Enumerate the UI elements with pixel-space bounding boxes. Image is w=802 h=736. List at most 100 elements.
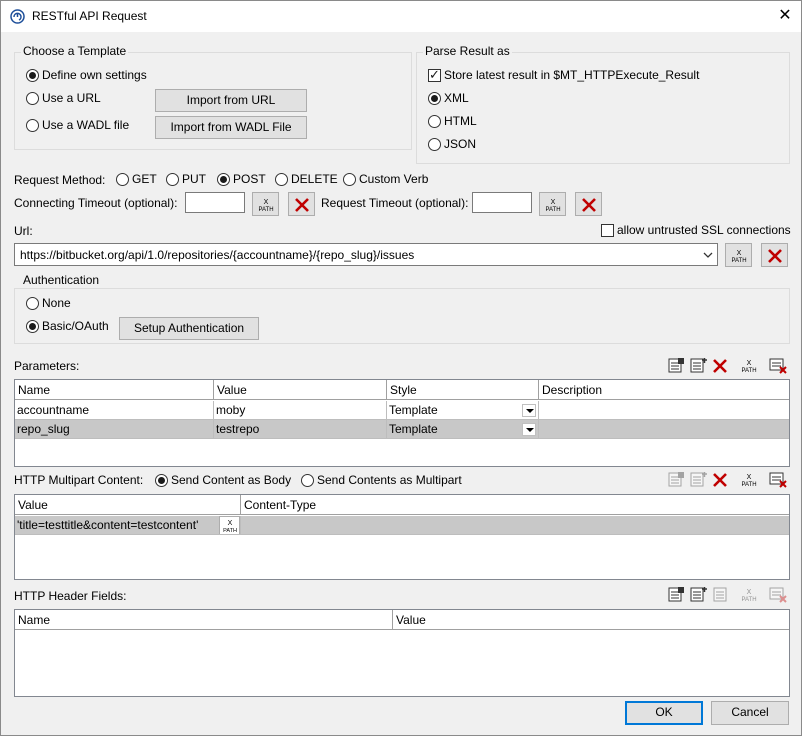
svg-text:X: X xyxy=(747,589,752,596)
headers-table[interactable]: Name Value xyxy=(14,609,790,697)
window-title: RESTful API Request xyxy=(32,9,147,23)
param-style-cell[interactable]: Template xyxy=(387,420,539,439)
template-radio-wadl[interactable] xyxy=(26,119,39,132)
delete-icon xyxy=(768,249,782,263)
param-name-cell[interactable]: accountname xyxy=(15,401,214,420)
url-xpath-button[interactable]: X PATH xyxy=(725,243,752,267)
param-description-cell[interactable] xyxy=(539,401,789,420)
svg-text:X: X xyxy=(747,360,752,367)
param-description-cell[interactable] xyxy=(539,420,789,439)
template-radio-own[interactable] xyxy=(26,69,39,82)
svg-text:PATH: PATH xyxy=(741,368,756,374)
param-style-cell[interactable]: Template xyxy=(387,401,539,420)
template-radio-url[interactable] xyxy=(26,92,39,105)
svg-text:X: X xyxy=(737,250,742,257)
parameters-table[interactable]: Name Value Style Description accountname… xyxy=(14,379,790,467)
column-header-description[interactable]: Description xyxy=(539,380,789,400)
close-button[interactable]: ✕ xyxy=(773,5,797,27)
svg-text:X: X xyxy=(228,520,233,527)
cancel-button[interactable]: Cancel xyxy=(711,701,789,725)
import-wadl-button[interactable]: Import from WADL File xyxy=(155,116,307,139)
method-radio-get[interactable] xyxy=(116,173,129,186)
url-value: https://bitbucket.org/api/1.0/repositori… xyxy=(20,248,415,262)
connecting-timeout-clear-button[interactable] xyxy=(288,192,315,216)
xpath-icon: XPATH xyxy=(223,520,237,534)
multipart-radio-multipart[interactable] xyxy=(301,474,314,487)
untrusted-ssl-label: allow untrusted SSL connections xyxy=(617,223,791,237)
insert-row-icon[interactable] xyxy=(689,357,709,375)
insert-row-icon[interactable] xyxy=(689,586,709,604)
template-label-own: Define own settings xyxy=(42,68,147,82)
method-radio-delete[interactable] xyxy=(275,173,288,186)
url-combobox[interactable]: https://bitbucket.org/api/1.0/repositori… xyxy=(14,243,718,266)
insert-row-icon[interactable] xyxy=(689,471,709,489)
column-header-value[interactable]: Value xyxy=(214,380,387,400)
auth-radio-basic[interactable] xyxy=(26,320,39,333)
xpath-icon[interactable]: XPATH xyxy=(739,357,759,375)
close-icon: ✕ xyxy=(778,7,792,24)
parse-radio-xml[interactable] xyxy=(428,92,441,105)
param-style-value: Template xyxy=(389,422,438,436)
xpath-icon: XPATH xyxy=(545,199,560,213)
connecting-timeout-xpath-button[interactable]: X PATH xyxy=(252,192,279,216)
delete-icon xyxy=(295,198,309,212)
request-timeout-xpath-button[interactable]: X PATH xyxy=(539,192,566,216)
auth-radio-none[interactable] xyxy=(26,297,39,310)
connecting-timeout-label: Connecting Timeout (optional): xyxy=(14,196,178,210)
connecting-timeout-input[interactable] xyxy=(185,192,245,213)
method-radio-post[interactable] xyxy=(217,173,230,186)
chevron-down-icon[interactable] xyxy=(522,423,536,436)
method-label-put: PUT xyxy=(182,172,206,186)
multipart-content-type-cell[interactable] xyxy=(241,516,789,535)
column-header-style[interactable]: Style xyxy=(387,380,539,400)
clear-all-icon[interactable] xyxy=(769,357,789,375)
add-row-icon[interactable] xyxy=(667,357,687,375)
svg-text:PATH: PATH xyxy=(223,528,237,534)
param-name-cell[interactable]: repo_slug xyxy=(15,420,214,439)
column-header-name[interactable]: Name xyxy=(15,610,393,630)
store-result-checkbox[interactable] xyxy=(428,67,441,83)
column-header-value[interactable]: Value xyxy=(15,495,241,515)
delete-row-icon[interactable] xyxy=(711,357,731,375)
template-legend: Choose a Template xyxy=(21,44,129,58)
chevron-down-icon[interactable] xyxy=(703,250,713,260)
cell-xpath-button[interactable]: X PATH xyxy=(219,516,240,534)
untrusted-ssl-checkbox[interactable] xyxy=(601,224,614,237)
method-radio-custom[interactable] xyxy=(343,173,356,186)
title-bar[interactable]: RESTful API Request ✕ xyxy=(1,1,801,32)
multipart-table[interactable]: Value Content-Type 'title=testtitle&cont… xyxy=(14,494,790,580)
multipart-value-cell[interactable]: 'title=testtitle&content=testcontent' XP… xyxy=(15,516,241,535)
add-row-icon[interactable] xyxy=(667,586,687,604)
import-url-button[interactable]: Import from URL xyxy=(155,89,307,112)
svg-text:X: X xyxy=(551,199,556,206)
svg-text:PATH: PATH xyxy=(258,207,273,213)
request-timeout-label: Request Timeout (optional): xyxy=(321,196,469,210)
request-timeout-clear-button[interactable] xyxy=(575,192,602,216)
delete-row-icon[interactable] xyxy=(711,471,731,489)
url-clear-button[interactable] xyxy=(761,243,788,267)
parse-radio-html[interactable] xyxy=(428,115,441,128)
request-timeout-input[interactable] xyxy=(472,192,532,213)
column-header-content-type[interactable]: Content-Type xyxy=(241,495,789,515)
param-value-cell[interactable]: moby xyxy=(214,401,387,420)
chevron-down-icon[interactable] xyxy=(522,404,536,417)
param-value-cell[interactable]: testrepo xyxy=(214,420,387,439)
multipart-label-multipart: Send Contents as Multipart xyxy=(317,473,462,487)
list-icon[interactable] xyxy=(711,586,731,604)
ok-button[interactable]: OK xyxy=(625,701,703,725)
clear-all-icon[interactable] xyxy=(769,586,789,604)
delete-icon xyxy=(582,198,596,212)
template-label-url: Use a URL xyxy=(42,91,101,105)
multipart-radio-body[interactable] xyxy=(155,474,168,487)
setup-authentication-button[interactable]: Setup Authentication xyxy=(119,317,259,340)
clear-all-icon[interactable] xyxy=(769,471,789,489)
method-label: Request Method: xyxy=(14,173,106,187)
xpath-icon[interactable]: XPATH xyxy=(739,586,759,604)
column-header-name[interactable]: Name xyxy=(15,380,214,400)
method-radio-put[interactable] xyxy=(166,173,179,186)
add-row-icon[interactable] xyxy=(667,471,687,489)
xpath-icon[interactable]: XPATH xyxy=(739,471,759,489)
parse-radio-json[interactable] xyxy=(428,138,441,151)
column-header-value[interactable]: Value xyxy=(393,610,789,630)
auth-label-none: None xyxy=(42,296,71,310)
